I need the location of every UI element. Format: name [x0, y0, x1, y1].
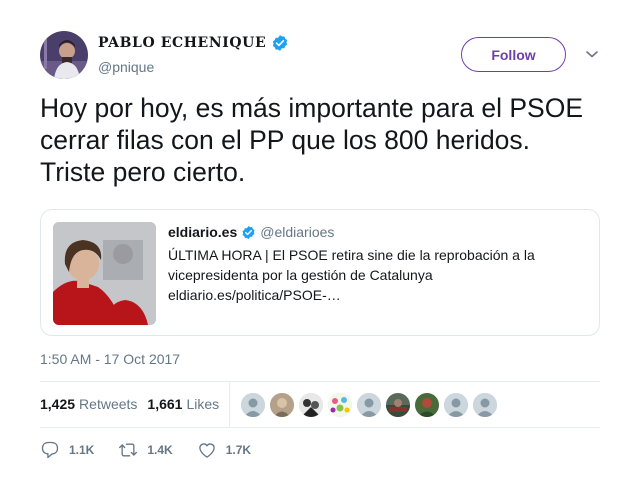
verified-badge-icon	[271, 34, 289, 52]
follow-button[interactable]: Follow	[461, 37, 566, 72]
quoted-author-handle: @eldiarioes	[260, 224, 335, 240]
liker-avatar[interactable]	[386, 393, 410, 417]
liker-avatar[interactable]	[357, 393, 381, 417]
quoted-author-name: eldiario.es	[168, 224, 238, 240]
liker-avatar[interactable]	[444, 393, 468, 417]
like-count: 1.7K	[225, 443, 252, 457]
retweet-count: 1.4K	[147, 443, 173, 457]
retweet-icon	[119, 443, 138, 457]
heart-icon	[198, 443, 215, 458]
like-button[interactable]: 1.7K	[197, 440, 251, 460]
quoted-tweet-text: ÚLTIMA HORA | El PSOE retira sine die la…	[168, 247, 535, 303]
author-avatar[interactable]	[40, 31, 88, 79]
liker-avatar[interactable]	[328, 393, 352, 417]
divider	[40, 427, 600, 428]
stats-separator	[229, 381, 230, 427]
likes-label[interactable]: Likes	[186, 396, 219, 412]
retweet-button[interactable]: 1.4K	[118, 440, 173, 460]
tweet-actions: 1.1K 1.4K 1.7K	[40, 440, 275, 460]
reply-button[interactable]: 1.1K	[40, 440, 94, 460]
divider	[40, 381, 600, 382]
liker-avatars	[241, 393, 502, 417]
author-name[interactable]: PABLO ECHENIQUE	[98, 35, 266, 51]
chevron-down-icon[interactable]	[584, 46, 600, 62]
likes-count[interactable]: 1,661	[147, 396, 182, 412]
tweet-text: Hoy por hoy, es más importante para el P…	[40, 93, 584, 187]
quoted-tweet-card[interactable]: eldiario.es @eldiarioes ÚLTIMA HORA | El…	[40, 209, 600, 336]
verified-badge-icon	[241, 225, 256, 240]
tweet-timestamp[interactable]: 1:50 AM - 17 Oct 2017	[40, 351, 180, 367]
quoted-tweet-thumbnail	[53, 222, 156, 325]
retweets-label[interactable]: Retweets	[79, 396, 137, 412]
liker-avatar[interactable]	[270, 393, 294, 417]
author-handle[interactable]: @pnique	[98, 59, 154, 75]
engagement-stats: 1,425 Retweets 1,661 Likes	[40, 396, 229, 412]
reply-count: 1.1K	[69, 443, 95, 457]
liker-avatar[interactable]	[299, 393, 323, 417]
reply-icon	[41, 441, 59, 459]
liker-avatar[interactable]	[473, 393, 497, 417]
liker-avatar[interactable]	[415, 393, 439, 417]
liker-avatar[interactable]	[241, 393, 265, 417]
retweets-count[interactable]: 1,425	[40, 396, 75, 412]
